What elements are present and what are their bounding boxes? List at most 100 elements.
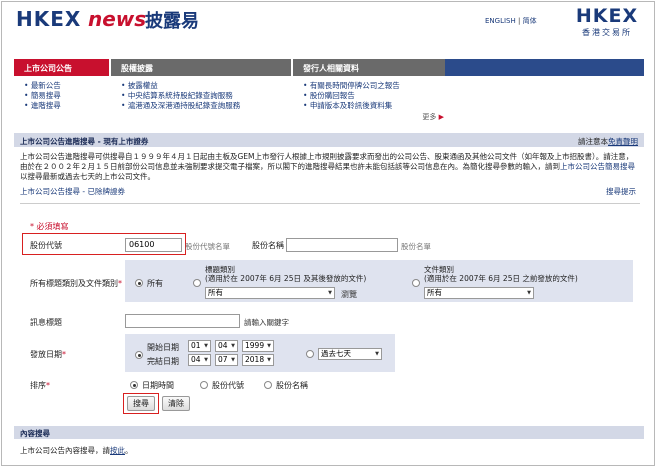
intro-suffix: 以搜尋最新或過去七天的上市公司文件。 xyxy=(20,172,155,181)
stock-code-input[interactable]: 06100 xyxy=(125,238,182,252)
required-note: * 必須填寫 xyxy=(30,222,69,231)
sort-name-label: 股份名稱 xyxy=(276,381,308,390)
intro-prefix: 請到 xyxy=(545,162,560,171)
category-label-text: 所有標題類別及文件類別 xyxy=(30,279,118,288)
content-search-link[interactable]: 按此 xyxy=(110,446,125,455)
nav-head-issuer[interactable]: 發行人相關資料 xyxy=(293,59,445,76)
language-switch: ENGLISH | 简体 xyxy=(485,16,537,26)
content-search-bar: 內容搜尋 xyxy=(14,426,644,439)
start-day-select[interactable]: 01 xyxy=(188,340,211,352)
clear-button[interactable]: 清除 xyxy=(162,396,190,411)
sort-datetime-radio[interactable] xyxy=(130,381,138,389)
disclosure-logo-text[interactable]: 披露易 xyxy=(145,7,199,33)
disclaimer-note: 請注意本免責聲明 xyxy=(578,136,638,147)
sort-code-radio[interactable] xyxy=(200,381,208,389)
stock-name-input[interactable] xyxy=(286,238,398,252)
stock-name-label: 股份名稱 xyxy=(252,241,284,250)
nav-col-disclosure: 股權披露 披露權益 中央結算系統持股紀錄查詢服務 滬港通及深港通持股紀錄查詢服務 xyxy=(111,59,291,124)
cat-doc-select[interactable]: 所有 xyxy=(424,287,534,299)
date-period-select[interactable]: 過去七天 xyxy=(318,348,382,360)
cat-doc-label: 文件類別 xyxy=(424,265,454,274)
nav-more-link[interactable]: 更多 ▶ xyxy=(422,112,444,122)
headline-hint: 請輸入關鍵字 xyxy=(244,318,289,327)
nav-item-suspended[interactable]: 有關長時間停牌公司之報告 xyxy=(303,81,445,91)
intro-text: 上市公司公告進階搜尋可供搜尋自１９９９年４月１日起由主板及GEM上市發行人根據上… xyxy=(20,152,640,182)
header: HKEX news 披露易 ENGLISH | 简体 HKEX 香港交易所 xyxy=(2,2,654,46)
delisted-search-link[interactable]: 上市公司公告搜尋 - 已除牌證券 xyxy=(20,186,125,197)
brand-sub-text: 香港交易所 xyxy=(582,28,632,37)
sort-name-radio[interactable] xyxy=(264,381,272,389)
cat-title-radio[interactable] xyxy=(193,279,201,287)
cat-all-radio[interactable] xyxy=(135,279,143,287)
start-date-label: 開始日期 xyxy=(147,343,179,352)
simple-search-link[interactable]: 上市公司公告簡易搜尋 xyxy=(560,162,635,171)
hkexnews-logo[interactable]: HKEX xyxy=(16,7,81,31)
nav-filler xyxy=(444,59,644,76)
content-search-text: 上市公司公告內容搜尋，請按此。 xyxy=(20,445,133,456)
nav-item-application-proof[interactable]: 申請版本及聆訊後資料集 xyxy=(303,101,445,111)
date-range-radio[interactable] xyxy=(135,351,143,359)
search-button[interactable]: 搜尋 xyxy=(127,396,155,411)
intro-paragraph: 上市公司公告進階搜尋可供搜尋自１９９９年４月１日起由主板及GEM上市發行人根據上… xyxy=(20,152,634,171)
nav-head-announcements[interactable]: 上市公司公告 xyxy=(14,59,109,76)
disclaimer-prefix: 請注意本 xyxy=(578,137,608,146)
nav-item-advanced-search[interactable]: 進階搜尋 xyxy=(24,101,109,111)
nav-item-stock-connect[interactable]: 滬港通及深港通持股紀錄查詢服務 xyxy=(121,101,291,111)
nav-list-disclosure: 披露權益 中央結算系統持股紀錄查詢服務 滬港通及深港通持股紀錄查詢服務 xyxy=(111,76,291,124)
nav-item-latest[interactable]: 最新公告 xyxy=(24,81,109,91)
cat-title-note: (適用於在 2007年 6月 25日 及其後發放的文件) xyxy=(205,274,367,283)
more-label: 更多 xyxy=(422,113,437,121)
headline-label: 訊息標題 xyxy=(30,318,62,327)
category-label: 所有標題類別及文件類別* xyxy=(30,278,122,289)
disclaimer-link[interactable]: 免責聲明 xyxy=(608,137,638,146)
section-title: 上市公司公告進階搜尋 - 現有上市證券 xyxy=(20,137,149,146)
nav-list-announcements: 最新公告 簡易搜尋 進階搜尋 xyxy=(14,76,109,124)
page-frame: HKEX news 披露易 ENGLISH | 简体 HKEX 香港交易所 上市… xyxy=(1,1,655,466)
required-star: * xyxy=(118,279,122,288)
sort-datetime-label: 日期時間 xyxy=(142,381,174,390)
nav-item-interests[interactable]: 披露權益 xyxy=(121,81,291,91)
hkex-brand-logo[interactable]: HKEX 香港交易所 xyxy=(567,5,647,38)
required-star: * xyxy=(62,350,66,359)
section-title-bar: 上市公司公告進階搜尋 - 現有上市證券 請注意本免責聲明 xyxy=(14,133,644,147)
date-label-text: 發放日期 xyxy=(30,350,62,359)
date-label: 發放日期* xyxy=(30,349,66,360)
lang-separator: | xyxy=(518,17,521,25)
cat-browse-link[interactable]: 瀏覽 xyxy=(341,289,357,300)
nav-item-simple-search[interactable]: 簡易搜尋 xyxy=(24,91,109,101)
main-nav: 上市公司公告 最新公告 簡易搜尋 進階搜尋 股權披露 披露權益 中央結算系統持股… xyxy=(14,59,644,124)
nav-col-announcements: 上市公司公告 最新公告 簡易搜尋 進階搜尋 xyxy=(14,59,109,124)
divider xyxy=(20,203,640,204)
more-arrow-icon: ▶ xyxy=(438,113,444,121)
lang-simplified-link[interactable]: 简体 xyxy=(523,17,537,25)
nav-item-buyback[interactable]: 股份購回報告 xyxy=(303,91,445,101)
end-day-select[interactable]: 04 xyxy=(188,354,211,366)
lang-english-link[interactable]: ENGLISH xyxy=(485,17,516,25)
sort-code-label: 股份代號 xyxy=(212,381,244,390)
nav-item-ccass[interactable]: 中央結算系統持股紀錄查詢服務 xyxy=(121,91,291,101)
sort-label-text: 排序 xyxy=(30,381,46,390)
cat-doc-note: (適用於在 2007年 6月 25日 之前發放的文件) xyxy=(424,274,578,283)
end-year-select[interactable]: 2018 xyxy=(242,354,274,366)
news-logo-text[interactable]: news xyxy=(88,7,146,31)
end-month-select[interactable]: 07 xyxy=(215,354,238,366)
required-star: * xyxy=(46,381,50,390)
content-search-prefix: 上市公司公告內容搜尋，請 xyxy=(20,446,110,455)
start-month-select[interactable]: 04 xyxy=(215,340,238,352)
cat-title-select[interactable]: 所有 xyxy=(205,287,335,299)
end-date-label: 完結日期 xyxy=(147,357,179,366)
stock-code-list-link[interactable]: 股份代號名單 xyxy=(185,241,230,252)
brand-main-text: HKEX xyxy=(575,5,639,27)
date-period-radio[interactable] xyxy=(306,350,314,358)
cat-doc-radio[interactable] xyxy=(412,279,420,287)
start-year-select[interactable]: 1999 xyxy=(242,340,274,352)
stock-code-label: 股份代號 xyxy=(30,241,62,250)
sort-label: 排序* xyxy=(30,380,50,391)
cat-all-label: 所有 xyxy=(147,279,163,288)
search-tips-link[interactable]: 搜尋提示 xyxy=(606,186,636,197)
content-search-suffix: 。 xyxy=(125,446,133,455)
headline-input[interactable] xyxy=(125,314,240,328)
stock-name-list-link[interactable]: 股份名單 xyxy=(401,241,431,252)
nav-head-disclosure[interactable]: 股權披露 xyxy=(111,59,291,76)
cat-title-label: 標題類別 xyxy=(205,265,235,274)
